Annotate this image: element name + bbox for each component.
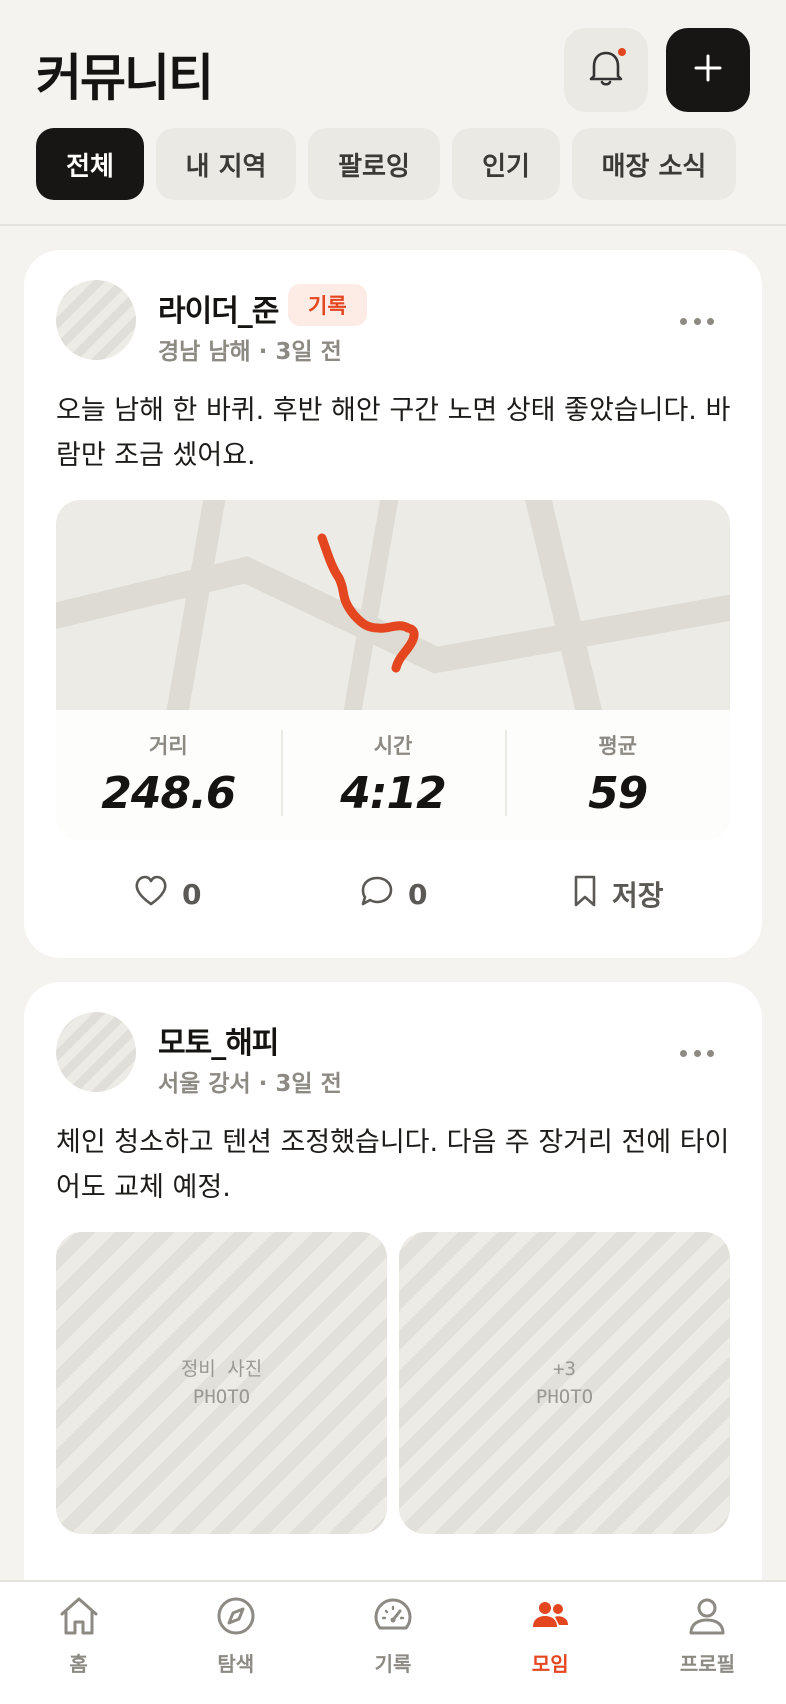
dot-icon bbox=[707, 318, 714, 325]
nav-label: 프로필 bbox=[679, 1652, 736, 1676]
save-label: 저장 bbox=[612, 879, 664, 912]
photo-thumbnail-more[interactable]: +3 PHOTO bbox=[399, 1232, 730, 1534]
tab-popular[interactable]: 인기 bbox=[452, 128, 560, 200]
photo-tag: PHOTO bbox=[192, 1386, 251, 1408]
post-actions: 0 0 저장 bbox=[24, 864, 762, 924]
home-icon bbox=[57, 1594, 101, 1642]
tab-all[interactable]: 전체 bbox=[36, 128, 144, 200]
dot-icon bbox=[707, 1050, 714, 1057]
comment-count: 0 bbox=[408, 877, 428, 911]
speedometer-icon bbox=[371, 1594, 415, 1642]
ride-stats: 거리 248.6 시간 4:12 평균 59 bbox=[56, 710, 730, 840]
post-username[interactable]: 라이더_준 bbox=[158, 286, 279, 330]
stat-label: 시간 bbox=[373, 734, 413, 758]
notification-dot bbox=[618, 48, 626, 56]
nav-label: 기록 bbox=[374, 1652, 412, 1676]
person-icon bbox=[685, 1594, 729, 1642]
nav-label: 탐색 bbox=[217, 1652, 255, 1676]
record-badge: 기록 bbox=[288, 284, 367, 326]
avatar[interactable] bbox=[56, 1012, 136, 1092]
dot-icon bbox=[680, 1050, 687, 1057]
tab-store-news[interactable]: 매장 소식 bbox=[572, 128, 736, 200]
bookmark-icon bbox=[572, 874, 598, 915]
map-roads bbox=[56, 500, 730, 724]
post-meta: 서울 강서 · 3일 전 bbox=[158, 1071, 342, 1097]
notifications-button[interactable] bbox=[564, 28, 648, 112]
filter-tabs: 전체 내 지역 팔로잉 인기 매장 소식 bbox=[36, 128, 736, 200]
post-text: 체인 청소하고 텐션 조정했습니다. 다음 주 장거리 전에 타이어도 교체 예… bbox=[56, 1127, 730, 1203]
nav-records[interactable]: 기록 bbox=[314, 1582, 471, 1704]
stat-value: 4:12 bbox=[340, 768, 446, 819]
stat-label: 평균 bbox=[598, 734, 637, 758]
tab-following[interactable]: 팔로잉 bbox=[308, 128, 440, 200]
dot-icon bbox=[693, 1050, 701, 1057]
create-post-button[interactable] bbox=[666, 28, 750, 112]
save-button[interactable]: 저장 bbox=[572, 864, 664, 924]
avatar[interactable] bbox=[56, 280, 136, 360]
nav-label: 모임 bbox=[531, 1652, 569, 1676]
comment-button[interactable]: 0 bbox=[360, 864, 427, 924]
post-card: 모토_해피 서울 강서 · 3일 전 체인 청소하고 텐션 조정했습니다. 다음… bbox=[24, 982, 762, 1622]
photo-grid: 정비 사진 PHOTO +3 PHOTO bbox=[56, 1232, 730, 1534]
post-meta: 경남 남해 · 3일 전 bbox=[158, 339, 342, 365]
stat-value: 248.6 bbox=[101, 768, 236, 819]
group-icon bbox=[528, 1594, 572, 1642]
post-text: 오늘 남해 한 바퀴. 후반 해안 구간 노면 상태 좋았습니다. 바람만 조금… bbox=[56, 395, 731, 471]
post-username[interactable]: 모토_해피 bbox=[158, 1018, 279, 1062]
stat-value: 59 bbox=[588, 768, 648, 819]
stat-average: 평균 59 bbox=[505, 710, 730, 840]
photo-caption: +3 bbox=[553, 1358, 576, 1380]
photo-thumbnail[interactable]: 정비 사진 PHOTO bbox=[56, 1232, 387, 1534]
like-count: 0 bbox=[182, 877, 202, 911]
nav-groups[interactable]: 모임 bbox=[472, 1582, 629, 1704]
stat-distance: 거리 248.6 bbox=[56, 710, 281, 840]
comment-icon bbox=[360, 875, 394, 914]
route-map[interactable]: 거리 248.6 시간 4:12 평균 59 bbox=[56, 500, 730, 840]
header: 커뮤니티 전체 내 지역 팔로잉 인기 매장 소식 bbox=[0, 0, 786, 226]
stat-label: 거리 bbox=[149, 734, 188, 758]
nav-home[interactable]: 홈 bbox=[0, 1582, 157, 1704]
heart-icon bbox=[134, 875, 168, 914]
nav-label: 홈 bbox=[69, 1652, 88, 1676]
tab-my-region[interactable]: 내 지역 bbox=[156, 128, 296, 200]
nav-profile[interactable]: 프로필 bbox=[629, 1582, 786, 1704]
stat-time: 시간 4:12 bbox=[280, 710, 506, 840]
compass-icon bbox=[214, 1594, 258, 1642]
photo-caption: 정비 사진 bbox=[180, 1358, 263, 1380]
nav-explore[interactable]: 탐색 bbox=[157, 1582, 314, 1704]
like-button[interactable]: 0 bbox=[134, 864, 201, 924]
page-title: 커뮤니티 bbox=[36, 49, 214, 107]
photo-tag: PHOTO bbox=[535, 1386, 594, 1408]
dot-icon bbox=[693, 318, 701, 325]
post-card: 라이더_준 기록 경남 남해 · 3일 전 오늘 남해 한 바퀴. 후반 해안 … bbox=[24, 250, 762, 958]
more-options-button[interactable] bbox=[680, 318, 714, 326]
plus-icon bbox=[693, 53, 723, 87]
more-options-button[interactable] bbox=[680, 1050, 714, 1058]
bottom-nav: 홈 탐색 기록 모임 프로필 bbox=[0, 1580, 786, 1704]
dot-icon bbox=[680, 318, 687, 325]
